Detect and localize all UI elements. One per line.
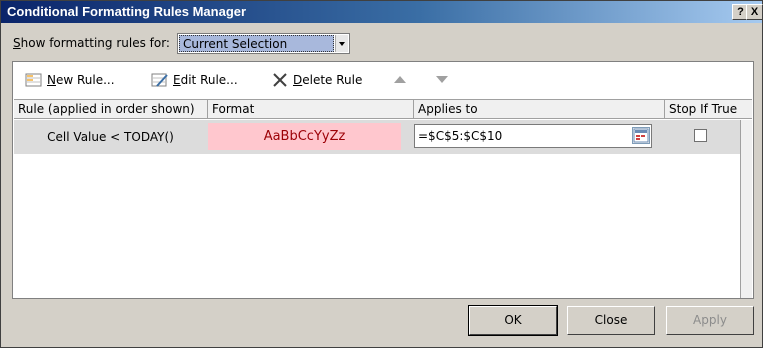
rules-panel: New Rule... Edit Rule... Delete Rule Rul… (12, 61, 754, 299)
new-rule-accel: N (47, 73, 56, 87)
new-rule-icon (25, 73, 42, 87)
edit-rule-icon (151, 73, 168, 87)
column-header-rule[interactable]: Rule (applied in order shown) (14, 100, 208, 118)
edit-rule-label: dit Rule... (180, 73, 238, 87)
chevron-down-icon[interactable] (335, 35, 348, 52)
delete-rule-accel: D (293, 73, 303, 87)
delete-rule-button[interactable]: Delete Rule (271, 71, 362, 89)
format-preview: AaBbCcYyZz (208, 123, 401, 150)
ok-button[interactable]: OK (468, 305, 558, 336)
vertical-scrollbar[interactable] (740, 120, 752, 298)
filter-label-accel: S (13, 36, 21, 50)
rules-table-header: Rule (applied in order shown) Format App… (14, 99, 752, 119)
range-select-icon[interactable] (632, 127, 650, 144)
column-header-stop-if-true[interactable]: Stop If True (665, 100, 752, 118)
apply-button[interactable]: Apply (666, 306, 754, 335)
stop-if-true-checkbox[interactable] (694, 129, 707, 142)
window-title: Conditional Formatting Rules Manager (7, 4, 247, 19)
rules-toolbar: New Rule... Edit Rule... Delete Rule (13, 62, 753, 98)
conditional-formatting-dialog: Conditional Formatting Rules Manager ? X… (0, 0, 763, 348)
applies-to-value: =$C$5:$C$10 (418, 129, 503, 143)
move-down-icon[interactable] (436, 76, 448, 83)
column-header-format[interactable]: Format (208, 100, 414, 118)
filter-label: Show formatting rules for: (13, 36, 170, 50)
rule-description: Cell Value < TODAY() (47, 130, 174, 144)
filter-label-text: how formatting rules for: (20, 36, 170, 50)
edit-rule-accel: E (173, 73, 181, 87)
title-bar: Conditional Formatting Rules Manager ? X (1, 1, 763, 23)
applies-to-field[interactable]: =$C$5:$C$10 (414, 124, 652, 148)
show-rules-for-dropdown[interactable]: Current Selection (177, 33, 350, 54)
column-header-applies-to[interactable]: Applies to (414, 100, 665, 118)
delete-rule-label: elete Rule (302, 73, 363, 87)
edit-rule-button[interactable]: Edit Rule... (151, 71, 238, 89)
move-up-icon[interactable] (394, 76, 406, 83)
table-row[interactable]: Cell Value < TODAY() AaBbCcYyZz =$C$5:$C… (14, 120, 740, 154)
new-rule-button[interactable]: New Rule... (25, 71, 115, 89)
close-button[interactable]: Close (567, 306, 655, 335)
new-rule-label: ew Rule... (55, 73, 115, 87)
delete-x-icon (273, 73, 287, 87)
close-window-button[interactable]: X (746, 4, 763, 20)
dropdown-selected-value: Current Selection (179, 35, 334, 52)
